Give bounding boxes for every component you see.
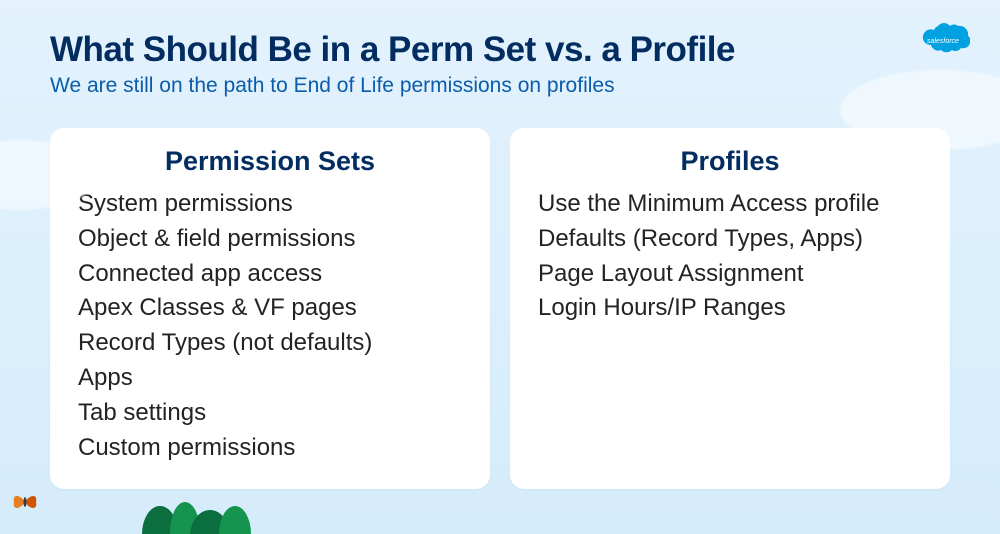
list-item: Custom permissions — [78, 431, 462, 466]
card-list: Use the Minimum Access profile Defaults … — [538, 187, 922, 326]
header: What Should Be in a Perm Set vs. a Profi… — [0, 0, 1000, 108]
salesforce-logo-icon: salesforce — [916, 20, 970, 58]
list-item: Connected app access — [78, 257, 462, 292]
list-item: Login Hours/IP Ranges — [538, 291, 922, 326]
cards-container: Permission Sets System permissions Objec… — [0, 108, 1000, 489]
butterfly-icon — [10, 490, 40, 514]
card-title: Profiles — [538, 146, 922, 177]
permission-sets-card: Permission Sets System permissions Objec… — [50, 128, 490, 489]
card-list: System permissions Object & field permis… — [78, 187, 462, 465]
plant-decoration-icon — [130, 484, 290, 534]
svg-text:salesforce: salesforce — [927, 38, 959, 45]
list-item: Defaults (Record Types, Apps) — [538, 222, 922, 257]
card-title: Permission Sets — [78, 146, 462, 177]
profiles-card: Profiles Use the Minimum Access profile … — [510, 128, 950, 489]
list-item: Page Layout Assignment — [538, 257, 922, 292]
page-subtitle: We are still on the path to End of Life … — [50, 74, 950, 98]
list-item: Apex Classes & VF pages — [78, 291, 462, 326]
list-item: Use the Minimum Access profile — [538, 187, 922, 222]
list-item: Apps — [78, 361, 462, 396]
list-item: System permissions — [78, 187, 462, 222]
list-item: Record Types (not defaults) — [78, 326, 462, 361]
list-item: Object & field permissions — [78, 222, 462, 257]
list-item: Tab settings — [78, 396, 462, 431]
page-title: What Should Be in a Perm Set vs. a Profi… — [50, 30, 950, 70]
